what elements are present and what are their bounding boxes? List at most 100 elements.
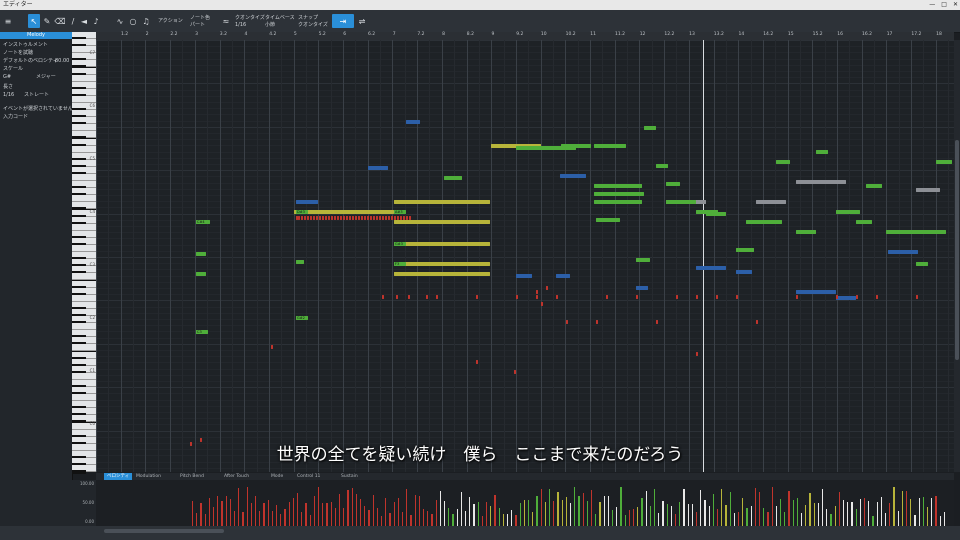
midi-note[interactable] (394, 242, 490, 246)
controller-tab[interactable]: After Touch (221, 473, 252, 480)
velocity-bar[interactable] (931, 498, 933, 526)
velocity-bar[interactable] (847, 502, 849, 526)
velocity-bar[interactable] (301, 511, 303, 526)
velocity-bar[interactable] (725, 504, 727, 526)
velocity-bar[interactable] (557, 492, 559, 526)
midi-note[interactable] (656, 320, 658, 324)
velocity-bar[interactable] (242, 512, 244, 526)
midi-note[interactable] (304, 216, 306, 220)
velocity-bar[interactable] (578, 496, 580, 526)
midi-note[interactable] (349, 216, 351, 220)
velocity-bar[interactable] (477, 501, 479, 526)
white-key[interactable] (72, 344, 96, 352)
midi-note[interactable] (196, 252, 206, 256)
velocity-bar[interactable] (208, 498, 211, 526)
velocity-bar[interactable] (486, 502, 488, 526)
midi-note[interactable] (546, 286, 548, 290)
velocity-bar[interactable] (687, 503, 689, 526)
velocity-bar[interactable] (612, 510, 614, 526)
velocity-bar[interactable] (402, 512, 404, 526)
velocity-bar[interactable] (448, 507, 450, 526)
scale-type-select[interactable]: メジャー (36, 74, 66, 81)
midi-note[interactable] (516, 274, 532, 278)
midi-note[interactable] (408, 295, 410, 299)
velocity-bar[interactable] (658, 513, 660, 526)
velocity-bar[interactable] (868, 501, 870, 526)
timebase-select[interactable]: 小節 (265, 22, 275, 28)
midi-note[interactable] (796, 230, 816, 234)
midi-note[interactable] (296, 200, 318, 204)
velocity-bar[interactable] (742, 498, 744, 526)
midi-note-label[interactable]: G#3 (394, 242, 406, 246)
quantize-icon[interactable]: ≈ (220, 14, 232, 28)
velocity-bar[interactable] (309, 514, 311, 526)
velocity-bar[interactable] (439, 490, 442, 526)
midi-note[interactable] (391, 216, 393, 220)
velocity-bar[interactable] (360, 499, 362, 526)
white-key[interactable] (72, 372, 96, 380)
midi-note[interactable] (400, 216, 402, 220)
velocity-bar[interactable] (582, 493, 584, 526)
velocity-bar[interactable] (876, 502, 878, 526)
midi-note[interactable] (476, 295, 478, 299)
midi-note[interactable] (856, 295, 858, 299)
velocity-bar[interactable] (826, 508, 828, 526)
velocity-bar[interactable] (649, 505, 652, 526)
velocity-bar[interactable] (507, 513, 509, 526)
horizontal-scrollbar[interactable] (104, 529, 224, 533)
midi-note-label[interactable]: G#2 (296, 316, 308, 320)
velocity-bar[interactable] (255, 495, 257, 526)
velocity-bar[interactable] (679, 502, 681, 526)
midi-note[interactable] (736, 248, 754, 252)
velocity-bar[interactable] (859, 498, 862, 526)
velocity-bar[interactable] (570, 502, 572, 526)
midi-note[interactable] (322, 216, 324, 220)
velocity-bar[interactable] (603, 496, 605, 526)
velocity-bar[interactable] (691, 504, 694, 526)
velocity-bar[interactable] (192, 501, 194, 526)
velocity-bar[interactable] (851, 501, 853, 526)
velocity-bar[interactable] (864, 498, 866, 526)
velocity-bar[interactable] (910, 498, 912, 526)
velocity-bar[interactable] (444, 501, 446, 526)
midi-note[interactable] (382, 295, 384, 299)
velocity-bar[interactable] (540, 488, 542, 526)
velocity-bar[interactable] (843, 499, 845, 526)
velocity-bar[interactable] (297, 493, 299, 526)
midi-note[interactable] (566, 320, 568, 324)
midi-note[interactable] (916, 295, 918, 299)
velocity-bar[interactable] (696, 512, 698, 526)
midi-note[interactable] (816, 150, 828, 154)
midi-note-label[interactable]: A#3 (394, 210, 406, 214)
white-key[interactable] (72, 323, 96, 331)
midi-note[interactable] (406, 120, 420, 124)
midi-note[interactable] (836, 295, 838, 299)
midi-note[interactable] (736, 270, 752, 274)
velocity-bar[interactable] (225, 495, 227, 526)
curve-tool-icon[interactable]: ∿ (114, 14, 126, 28)
snap-options-icon[interactable]: ⇌ (356, 14, 368, 28)
controller-tab[interactable]: Control 11 (294, 473, 323, 480)
velocity-bar[interactable] (351, 488, 353, 526)
velocity-bar[interactable] (418, 496, 421, 526)
note-color-select[interactable]: パート (190, 22, 205, 28)
velocity-bar[interactable] (284, 508, 286, 526)
velocity-bar[interactable] (200, 502, 202, 526)
midi-note[interactable] (313, 216, 315, 220)
velocity-bar[interactable] (935, 495, 937, 526)
vertical-scrollbar[interactable] (954, 40, 960, 472)
velocity-bar[interactable] (683, 489, 685, 526)
velocity-bar[interactable] (855, 508, 857, 526)
midi-note[interactable] (310, 216, 312, 220)
white-key[interactable] (72, 124, 96, 132)
white-key[interactable] (72, 74, 96, 82)
velocity-bar[interactable] (788, 491, 790, 526)
midi-note[interactable] (376, 216, 378, 220)
velocity-bar[interactable] (393, 502, 395, 526)
velocity-bar[interactable] (574, 486, 576, 526)
velocity-bar[interactable] (822, 489, 824, 526)
velocity-bar[interactable] (746, 507, 748, 526)
midi-note[interactable] (696, 352, 698, 356)
velocity-bar[interactable] (704, 499, 706, 526)
velocity-bar[interactable] (334, 508, 337, 526)
